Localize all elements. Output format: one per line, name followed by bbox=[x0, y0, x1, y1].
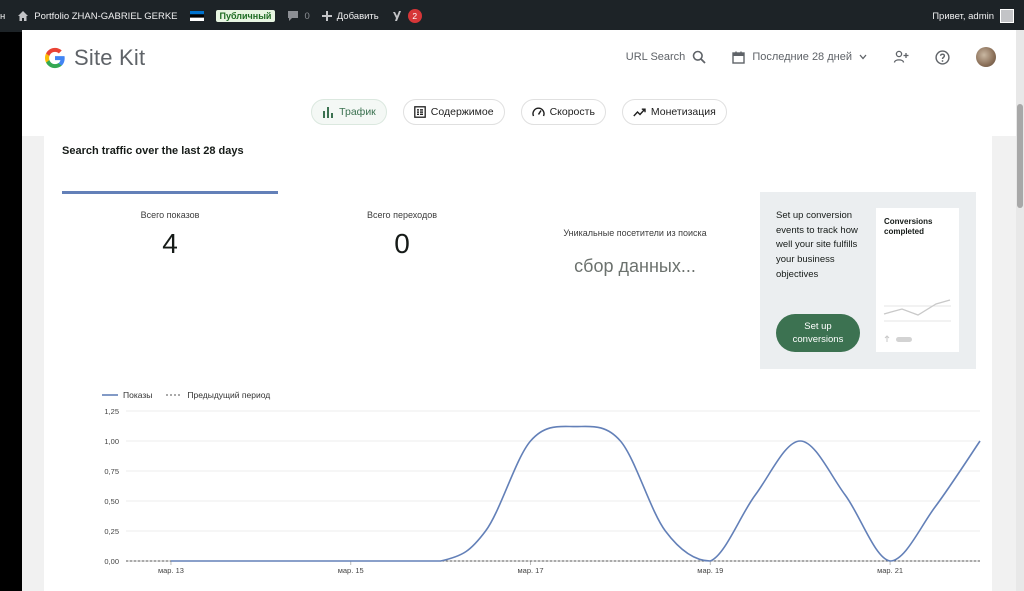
comment-icon bbox=[288, 11, 299, 21]
user-avatar[interactable] bbox=[976, 47, 996, 67]
plus-icon bbox=[321, 11, 332, 21]
button-text: Set up conversions bbox=[793, 320, 844, 346]
promo-text: Set up conversion events to track how we… bbox=[776, 210, 858, 280]
trend-icon bbox=[633, 108, 646, 116]
flag-item[interactable] bbox=[184, 0, 210, 32]
y-tick-label: 1,25 bbox=[104, 407, 119, 416]
calendar-icon bbox=[732, 51, 746, 64]
mini-trend-chart bbox=[883, 299, 951, 342]
tab-speed[interactable]: Скорость bbox=[520, 99, 606, 125]
search-icon bbox=[693, 50, 706, 64]
x-tick-label: мар. 21 bbox=[877, 566, 903, 575]
greeting: Привет, admin bbox=[932, 10, 994, 22]
active-metric-indicator bbox=[62, 191, 278, 194]
my-account[interactable]: Привет, admin bbox=[932, 9, 1024, 23]
site-kit-logo[interactable]: Site Kit bbox=[44, 45, 145, 71]
tab-label: Скорость bbox=[549, 106, 595, 118]
help-icon bbox=[935, 49, 950, 65]
y-tick-label: 0,75 bbox=[104, 467, 119, 476]
metric-value: 0 bbox=[394, 228, 410, 259]
y-tick-label: 0,25 bbox=[104, 527, 119, 536]
admin-avatar bbox=[1000, 9, 1014, 23]
y-tick-label: 0,00 bbox=[104, 557, 119, 566]
url-search-button[interactable]: URL Search bbox=[626, 50, 707, 64]
url-search-label: URL Search bbox=[625, 51, 686, 63]
setup-conversions-button[interactable]: Set up conversions bbox=[776, 314, 860, 352]
date-range-label: Последние 28 дней bbox=[752, 51, 852, 63]
metric-impressions[interactable]: Всего показов 4 bbox=[62, 210, 278, 260]
conversions-promo: Set up conversion events to track how we… bbox=[760, 192, 976, 369]
x-tick-label: мар. 15 bbox=[338, 566, 364, 575]
y-tick-label: 1,00 bbox=[104, 437, 119, 446]
impressions-series-line bbox=[170, 425, 981, 562]
help-button[interactable] bbox=[935, 49, 950, 65]
tab-monetization[interactable]: Монетизация bbox=[621, 99, 727, 125]
metric-label: Всего показов bbox=[140, 210, 200, 220]
edge-text: н bbox=[0, 10, 6, 22]
yoast-icon bbox=[392, 11, 401, 21]
estonia-flag-icon bbox=[189, 11, 204, 21]
comments-count: 0 bbox=[304, 10, 310, 22]
tab-label: Содержимое bbox=[430, 106, 494, 118]
add-person-icon bbox=[893, 50, 909, 63]
dashboard-nav: Трафик Содержимое Скорость Монетизация bbox=[22, 99, 1016, 125]
conversions-preview-card: Conversions completed bbox=[876, 208, 959, 352]
search-traffic-card: Search traffic over the last 28 days Все… bbox=[44, 136, 992, 591]
chevron-down-icon bbox=[859, 54, 867, 60]
line-chart: 0,00 0,25 0,50 0,75 1,00 1,25 мар. 13 мар. 15 ма… bbox=[104, 407, 981, 575]
speed-icon bbox=[531, 107, 545, 117]
public-badge: Публичный bbox=[215, 10, 276, 22]
tab-content[interactable]: Содержимое bbox=[402, 99, 505, 125]
yoast-link[interactable]: 2 bbox=[385, 0, 428, 32]
metric-clicks[interactable]: Всего переходов 0 bbox=[294, 210, 510, 260]
x-tick-label: мар. 17 bbox=[518, 566, 544, 575]
add-label: Добавить bbox=[336, 10, 379, 22]
bar-chart-icon bbox=[323, 106, 334, 118]
yoast-count-badge: 2 bbox=[407, 9, 422, 23]
site-kit-dashboard: Site Kit URL Search Последние 28 дней Тр… bbox=[22, 30, 1016, 591]
google-g-icon bbox=[45, 47, 65, 69]
button-line-2: conversions bbox=[792, 334, 844, 345]
tab-label: Трафик bbox=[339, 106, 376, 118]
public-status[interactable]: Публичный bbox=[210, 0, 282, 32]
page-scrollbar-thumb[interactable] bbox=[1017, 104, 1023, 208]
metric-unique-visitors[interactable]: Уникальные посетители из поиска сбор дан… bbox=[530, 228, 740, 277]
search-traffic-chart: Показы Предыдущий период 0,00 0,25 0,50 0,7… bbox=[44, 390, 992, 591]
site-name: Portfolio ZHAN-GABRIEL GERKE bbox=[34, 10, 178, 22]
x-tick-label: мар. 13 bbox=[158, 566, 184, 575]
metric-label: Всего переходов bbox=[366, 210, 438, 220]
tab-traffic[interactable]: Трафик bbox=[311, 99, 387, 125]
home-icon bbox=[18, 11, 29, 21]
card-title: Search traffic over the last 28 days bbox=[62, 145, 244, 157]
admin-bar-edge: н bbox=[0, 0, 11, 32]
header-actions: URL Search Последние 28 дней bbox=[626, 47, 996, 67]
content-icon bbox=[413, 106, 426, 118]
date-range-selector[interactable]: Последние 28 дней bbox=[732, 51, 867, 64]
wp-admin-bar: н Portfolio ZHAN-GABRIEL GERKE Публичный… bbox=[0, 0, 1024, 32]
x-tick-label: мар. 19 bbox=[697, 566, 723, 575]
site-name-link[interactable]: Portfolio ZHAN-GABRIEL GERKE bbox=[11, 0, 183, 32]
metric-value: 4 bbox=[162, 228, 178, 259]
y-tick-label: 0,50 bbox=[104, 497, 119, 506]
metric-label: Уникальные посетители из поиска bbox=[563, 228, 707, 238]
comments-link[interactable]: 0 bbox=[281, 0, 315, 32]
tab-label: Монетизация bbox=[650, 106, 716, 118]
add-new-link[interactable]: Добавить bbox=[316, 0, 385, 32]
metric-loading-text: сбор данных... bbox=[574, 256, 696, 276]
site-kit-header: Site Kit URL Search Последние 28 дней Тр… bbox=[22, 30, 1016, 136]
user-input-button[interactable] bbox=[893, 50, 909, 64]
button-line-1: Set up bbox=[804, 321, 832, 332]
site-kit-title: Site Kit bbox=[74, 45, 146, 70]
